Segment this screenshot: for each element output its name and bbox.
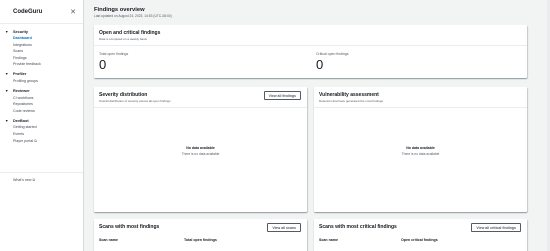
sidebar-item-profiling-groups[interactable]: Profiling groups (0, 78, 83, 85)
sidebar-section-reviewer: ▼ Reviewer CI workflows Repositories Cod… (0, 88, 83, 115)
section-header-devboot[interactable]: ▼ DevBoot (0, 117, 83, 124)
open-critical-findings-card: Open and critical findings Data is compu… (94, 25, 527, 78)
metric-value: 0 (99, 57, 107, 72)
last-updated-text: Last updated on August 24, 2023, 14:53 (… (94, 14, 172, 18)
total-open-findings-metric: Total open findings 0 (99, 52, 128, 72)
sidebar-item-player-portal[interactable]: Player portal⧉ (0, 138, 83, 145)
sidebar-item-code-reviews[interactable]: Code reviews (0, 108, 83, 115)
severity-distribution-card: Severity distribution Overall distributi… (94, 87, 307, 212)
sidebar-item-scans[interactable]: Scans (0, 48, 83, 55)
sidebar-section-devboot: ▼ DevBoot Getting started Events Player … (0, 117, 83, 144)
section-label: DevBoot (13, 118, 29, 123)
metric-label: Critical open findings (316, 52, 349, 56)
scans-critical-findings-card: Scans with most critical findings View a… (314, 219, 527, 251)
card-header: Open and critical findings Data is compu… (94, 25, 527, 46)
sidebar-item-ci-workflows[interactable]: CI workflows (0, 95, 83, 102)
view-all-critical-findings-button[interactable]: View all critical findings (471, 223, 521, 232)
sidebar-title[interactable]: CodeGuru (13, 9, 42, 15)
section-label: Reviewer (13, 89, 30, 94)
caret-down-icon: ▼ (5, 29, 9, 34)
column-header-scan-name[interactable]: Scan name (319, 238, 401, 242)
sidebar-item-provide-feedback[interactable]: Provide feedback (0, 61, 83, 68)
external-link-icon: ⧉ (34, 138, 37, 143)
whats-new-link[interactable]: What's new⧉ (13, 178, 35, 182)
table-header-row: Scan name Open critical findings (319, 238, 522, 242)
sidebar-item-repositories[interactable]: Repositories (0, 101, 83, 108)
vulnerability-assessment-card: Vulnerability assessment Detectors that … (314, 87, 527, 212)
card-description: Data is computed on a weekly basis (99, 37, 147, 41)
sidebar-section-profiler: ▼ Profiler Profiling groups (0, 71, 83, 85)
section-label: Profiler (13, 72, 27, 77)
sidebar-divider (0, 23, 83, 24)
critical-open-findings-metric: Critical open findings 0 (316, 52, 349, 72)
empty-description: There is no data available (401, 152, 440, 156)
card-header: Scans with most findings View all scans (94, 219, 307, 234)
empty-description: There is no data available (181, 152, 220, 156)
card-description: Detectors that have generated the most f… (319, 99, 383, 103)
sidebar-item-getting-started[interactable]: Getting started (0, 124, 83, 131)
card-title: Open and critical findings (99, 30, 161, 36)
card-header: Severity distribution Overall distributi… (94, 87, 307, 108)
sidebar-item-label: Player portal (13, 138, 34, 143)
empty-title: No data available (406, 146, 435, 150)
section-header-reviewer[interactable]: ▼ Reviewer (0, 88, 83, 95)
section-label: Security (13, 29, 28, 34)
caret-down-icon: ▼ (5, 72, 9, 77)
external-link-icon: ⧉ (32, 178, 35, 182)
metric-label: Total open findings (99, 52, 129, 56)
metric-value: 0 (316, 57, 324, 72)
main-content: Findings overview Last updated on August… (84, 0, 550, 251)
empty-state: No data available There is no data avail… (94, 146, 307, 156)
sidebar-item-findings[interactable]: Findings (0, 55, 83, 62)
caret-down-icon: ▼ (5, 89, 9, 94)
column-header-scan-name[interactable]: Scan name (99, 238, 184, 242)
column-header-open-critical-findings[interactable]: Open critical findings (401, 238, 438, 242)
table-header-row: Scan name Total open findings (99, 238, 302, 242)
column-header-total-open-findings[interactable]: Total open findings (184, 238, 217, 242)
side-navigation: CodeGuru ✕ ▼ Security Dashboard Integrat… (0, 0, 84, 251)
section-header-security[interactable]: ▼ Security (0, 28, 83, 35)
sidebar-section-security: ▼ Security Dashboard Integrations Scans … (0, 28, 83, 68)
sidebar-item-events[interactable]: Events (0, 131, 83, 138)
close-icon[interactable]: ✕ (70, 9, 76, 16)
section-header-profiler[interactable]: ▼ Profiler (0, 71, 83, 78)
sidebar-item-dashboard[interactable]: Dashboard (0, 35, 83, 42)
page-title: Findings overview (94, 7, 145, 13)
sidebar-divider (0, 172, 83, 173)
card-header: Scans with most critical findings View a… (314, 219, 527, 234)
sidebar-header: CodeGuru ✕ (0, 5, 83, 19)
scans-most-findings-card: Scans with most findings View all scans … (94, 219, 307, 251)
card-title: Vulnerability assessment (319, 92, 379, 98)
caret-down-icon: ▼ (5, 118, 9, 123)
empty-state: No data available There is no data avail… (314, 146, 527, 156)
view-all-scans-button[interactable]: View all scans (267, 223, 301, 232)
card-header: Vulnerability assessment Detectors that … (314, 87, 527, 108)
sidebar-item-integrations[interactable]: Integrations (0, 42, 83, 49)
whats-new-label: What's new (13, 178, 32, 182)
view-all-findings-button[interactable]: View all findings (263, 91, 301, 100)
empty-title: No data available (186, 146, 215, 150)
